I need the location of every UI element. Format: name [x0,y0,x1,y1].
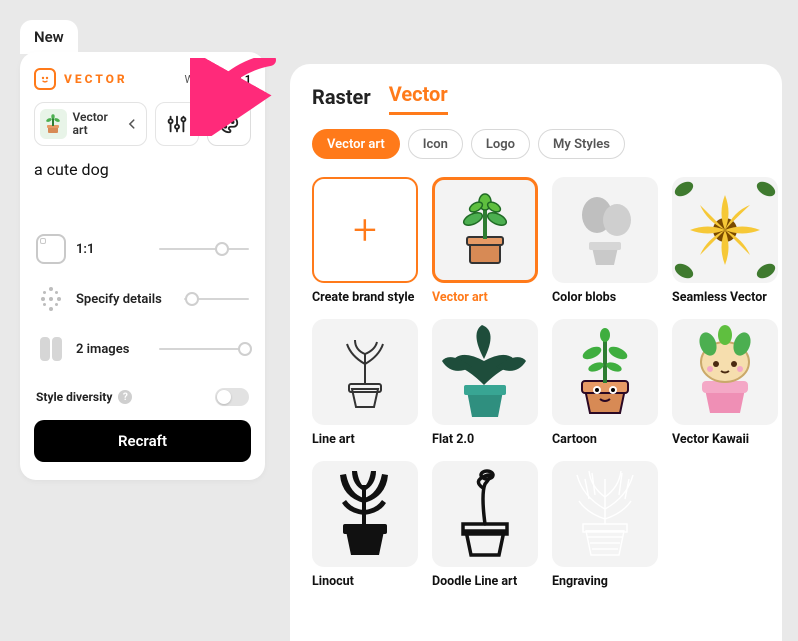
plus-icon: + [353,206,377,255]
card-label: Flat 2.0 [432,432,538,447]
details-icon [36,284,66,314]
kawaii-thumb [672,319,778,425]
images-option[interactable]: 2 images [34,324,251,374]
vector-art-thumb [432,177,538,283]
create-thumb: + [312,177,418,283]
w-value: 1024 [200,73,225,86]
card-label: Vector Kawaii [672,432,778,447]
card-label: Line art [312,432,418,447]
images-slider[interactable] [159,348,249,350]
card-label: Cartoon [552,432,658,447]
plant-icon [40,109,67,139]
card-label: Seamless Vector [672,290,778,305]
ratio-label: 1:1 [76,242,94,257]
card-create-brand-style[interactable]: + Create brand style [312,177,418,305]
color-blobs-thumb [552,177,658,283]
square-ratio-icon [36,234,66,264]
recraft-label: Recraft [118,432,167,450]
card-vector-kawaii[interactable]: Vector Kawaii [672,319,778,447]
tab-label: New [34,28,64,46]
slider-thumb[interactable] [215,242,229,256]
diversity-label: Style diversity [36,390,112,404]
style-row: Vector art [34,102,251,146]
card-label: Vector art [432,290,538,305]
tab-raster[interactable]: Raster [312,85,371,115]
height-dim[interactable]: H: 1 [231,73,251,86]
pill-vector-art[interactable]: Vector art [312,129,400,159]
card-linocut[interactable]: Linocut [312,461,418,589]
sidebar-heading: VECTOR W: 1024 H: 1 [34,68,251,90]
engraving-thumb [552,461,658,567]
style-tuner-button[interactable] [155,102,199,146]
help-icon[interactable]: ? [118,390,132,404]
card-engraving[interactable]: Engraving [552,461,658,589]
current-style-chip[interactable]: Vector art [34,102,147,146]
diversity-toggle[interactable] [215,388,249,406]
card-label: Doodle Line art [432,574,538,589]
slider-thumb[interactable] [238,342,252,356]
two-images-icon [36,334,66,364]
h-label: H: [231,73,242,86]
palette-icon [218,113,240,135]
prompt-input[interactable]: a cute dog [34,160,251,179]
chevron-left-icon [126,117,138,131]
card-label: Color blobs [552,290,658,305]
style-grid: + Create brand style Vector art [312,177,760,589]
width-dim[interactable]: W: 1024 [184,73,225,86]
flat-thumb [432,319,538,425]
card-label: Create brand style [312,290,418,305]
card-cartoon[interactable]: Cartoon [552,319,658,447]
seamless-thumb [672,177,778,283]
card-color-blobs[interactable]: Color blobs [552,177,658,305]
style-diversity-row: Style diversity ? [34,374,251,420]
tab-vector[interactable]: Vector [389,82,448,115]
linocut-thumb [312,461,418,567]
sliders-icon [166,113,188,135]
style-picker-panel: Raster Vector Vector art Icon Logo My St… [290,64,782,641]
recraft-button[interactable]: Recraft [34,420,251,462]
card-line-art[interactable]: Line art [312,319,418,447]
details-slider[interactable] [184,298,249,300]
picker-pills: Vector art Icon Logo My Styles [312,129,760,159]
toggle-knob [217,390,231,404]
vector-bot-icon [34,68,56,90]
h-value: 1 [245,73,251,86]
line-art-thumb [312,319,418,425]
w-label: W: [184,73,196,86]
picker-tabs: Raster Vector [312,82,760,115]
details-option[interactable]: Specify details [34,274,251,324]
pill-icon[interactable]: Icon [408,129,463,159]
pill-logo[interactable]: Logo [471,129,530,159]
card-doodle-line-art[interactable]: Doodle Line art [432,461,538,589]
aspect-ratio-option[interactable]: 1:1 [34,224,251,274]
ratio-slider[interactable] [159,248,249,250]
palette-button[interactable] [207,102,251,146]
card-vector-art[interactable]: Vector art [432,177,538,305]
vector-mode-label: VECTOR [64,72,128,86]
card-label: Engraving [552,574,658,589]
card-flat-20[interactable]: Flat 2.0 [432,319,538,447]
slider-thumb[interactable] [185,292,199,306]
cartoon-thumb [552,319,658,425]
tab-new[interactable]: New [20,20,78,54]
pill-my-styles[interactable]: My Styles [538,129,625,159]
images-label: 2 images [76,342,129,357]
dimensions-row: W: 1024 H: 1 [184,73,251,86]
card-seamless-vector[interactable]: Seamless Vector [672,177,778,305]
sidebar-panel: VECTOR W: 1024 H: 1 [20,52,265,480]
details-label: Specify details [76,292,162,307]
current-style-label: Vector art [73,111,120,137]
card-label: Linocut [312,574,418,589]
doodle-thumb [432,461,538,567]
